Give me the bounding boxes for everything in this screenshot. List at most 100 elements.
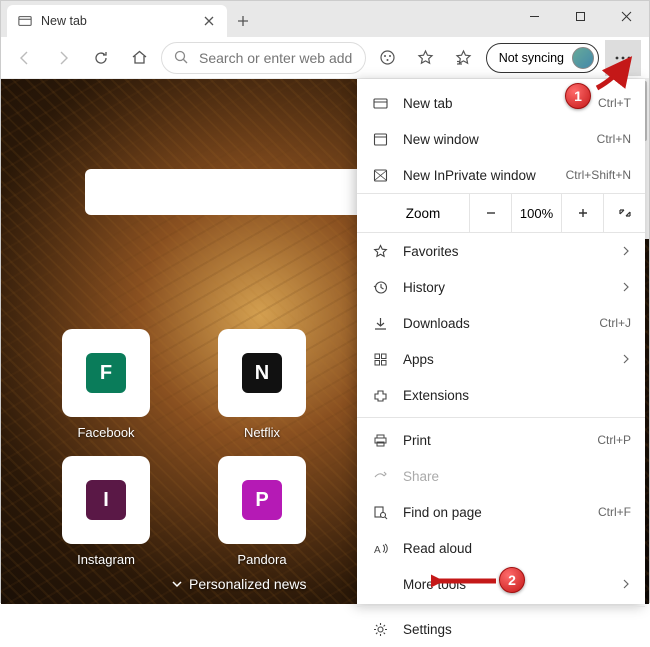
menu-label: Read aloud: [403, 541, 631, 556]
annotation-badge-1: 1: [565, 83, 591, 109]
favorites-list-button[interactable]: [448, 42, 480, 74]
tile-label: Instagram: [41, 552, 171, 567]
favorite-button[interactable]: [410, 42, 442, 74]
menu-print[interactable]: Print Ctrl+P: [357, 422, 645, 458]
menu-history[interactable]: History: [357, 269, 645, 305]
back-button[interactable]: [9, 42, 41, 74]
menu-label: Find on page: [403, 505, 584, 520]
quick-link-tile[interactable]: P Pandora: [197, 456, 327, 567]
zoom-label: Zoom: [357, 206, 469, 221]
settings-and-more-menu: New tab Ctrl+T New window Ctrl+N New InP…: [357, 79, 645, 604]
menu-favorites[interactable]: Favorites: [357, 233, 645, 269]
menu-label: History: [403, 280, 607, 295]
zoom-out-button[interactable]: [469, 194, 511, 232]
menu-shortcut: Ctrl+J: [599, 316, 631, 330]
tile-letter: I: [86, 480, 126, 520]
menu-settings[interactable]: Settings: [357, 611, 645, 647]
find-icon: [371, 505, 389, 520]
star-icon: [371, 244, 389, 259]
search-icon: [174, 50, 189, 65]
tile-letter: F: [86, 353, 126, 393]
quick-link-tile[interactable]: I Instagram: [41, 456, 171, 567]
annotation-arrow: [431, 570, 501, 592]
new-tab-button[interactable]: [227, 5, 259, 37]
menu-extensions[interactable]: Extensions: [357, 377, 645, 413]
menu-shortcut: Ctrl+P: [597, 433, 631, 447]
quick-link-tile[interactable]: F Facebook: [41, 329, 171, 440]
tab-close-button[interactable]: [201, 13, 217, 29]
menu-shortcut: Ctrl+Shift+N: [566, 168, 631, 182]
tile-label: Facebook: [41, 425, 171, 440]
personalize-button[interactable]: Personalized news: [171, 576, 307, 592]
menu-label: Apps: [403, 352, 607, 367]
menu-label: Favorites: [403, 244, 607, 259]
menu-label: Extensions: [403, 388, 631, 403]
minimize-button[interactable]: [511, 1, 557, 31]
menu-shortcut: Ctrl+N: [597, 132, 631, 146]
profile-sync-button[interactable]: Not syncing: [486, 43, 599, 73]
tab-title: New tab: [41, 14, 193, 28]
title-bar: New tab: [1, 1, 649, 37]
chevron-right-icon: [621, 246, 631, 256]
window-controls: [511, 1, 649, 31]
tile-letter: P: [242, 480, 282, 520]
zoom-value: 100%: [511, 194, 561, 232]
read-aloud-icon: A: [371, 541, 389, 556]
annotation-arrow: [589, 54, 637, 94]
share-icon: [371, 469, 389, 484]
svg-text:A: A: [374, 545, 381, 556]
menu-label: Print: [403, 433, 583, 448]
menu-label: New window: [403, 132, 583, 147]
chevron-right-icon: [621, 579, 631, 589]
quick-link-tile[interactable]: N Netflix: [197, 329, 327, 440]
menu-label: Downloads: [403, 316, 585, 331]
tab-page-icon: [17, 13, 33, 29]
personalize-label: Personalized news: [189, 576, 307, 592]
menu-find-on-page[interactable]: Find on page Ctrl+F: [357, 494, 645, 530]
tracking-prevention-button[interactable]: [372, 42, 404, 74]
tile-label: Netflix: [197, 425, 327, 440]
browser-tab[interactable]: New tab: [7, 5, 227, 37]
print-icon: [371, 433, 389, 448]
tile-label: Pandora: [197, 552, 327, 567]
menu-downloads[interactable]: Downloads Ctrl+J: [357, 305, 645, 341]
menu-zoom-row: Zoom 100%: [357, 193, 645, 233]
menu-share: Share: [357, 458, 645, 494]
menu-read-aloud[interactable]: A Read aloud: [357, 530, 645, 566]
chevron-down-icon: [171, 578, 183, 590]
toolbar: Not syncing: [1, 37, 649, 79]
history-icon: [371, 280, 389, 295]
apps-icon: [371, 352, 389, 367]
fullscreen-button[interactable]: [603, 194, 645, 232]
window-icon: [371, 132, 389, 147]
menu-separator: [357, 417, 645, 418]
chevron-right-icon: [621, 354, 631, 364]
menu-separator: [357, 606, 645, 607]
gear-icon: [371, 622, 389, 637]
quick-links-grid: F Facebook N Netflix I Instagram P Pandora: [41, 329, 327, 567]
inprivate-icon: [371, 168, 389, 183]
chevron-right-icon: [621, 282, 631, 292]
menu-new-inprivate[interactable]: New InPrivate window Ctrl+Shift+N: [357, 157, 645, 193]
menu-new-window[interactable]: New window Ctrl+N: [357, 121, 645, 157]
new-tab-icon: [371, 96, 389, 111]
maximize-button[interactable]: [557, 1, 603, 31]
sync-status-label: Not syncing: [499, 51, 564, 65]
close-window-button[interactable]: [603, 1, 649, 31]
menu-label: New tab: [403, 96, 584, 111]
menu-apps[interactable]: Apps: [357, 341, 645, 377]
zoom-in-button[interactable]: [561, 194, 603, 232]
home-button[interactable]: [123, 42, 155, 74]
menu-label: New InPrivate window: [403, 168, 552, 183]
annotation-badge-2: 2: [499, 567, 525, 593]
download-icon: [371, 316, 389, 331]
refresh-button[interactable]: [85, 42, 117, 74]
forward-button[interactable]: [47, 42, 79, 74]
menu-shortcut: Ctrl+T: [598, 96, 631, 110]
menu-label: Settings: [403, 622, 631, 637]
address-bar[interactable]: [161, 42, 366, 74]
menu-label: Share: [403, 469, 631, 484]
tile-letter: N: [242, 353, 282, 393]
search-input[interactable]: [199, 50, 353, 66]
menu-shortcut: Ctrl+F: [598, 505, 631, 519]
